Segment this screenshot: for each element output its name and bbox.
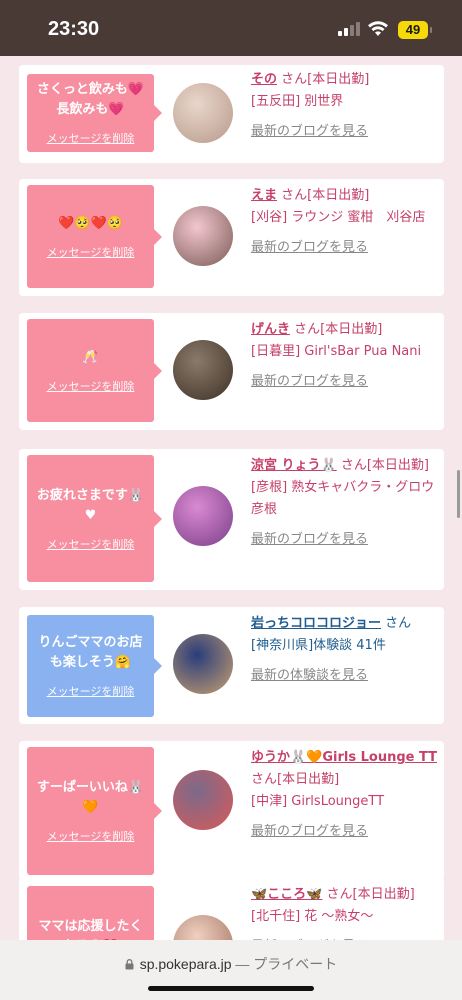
message-text: さくっと飲みも💗長飲みも💗 [36,82,145,117]
message-card: ママは応援したくなる😊❤️メッセージを削除 🦋こころ🦋 さん[本日出勤] [北千住]… [19,878,444,940]
avatar[interactable] [173,915,233,940]
profile-name-link[interactable]: その [251,72,277,87]
profile-info: げんき さん[本日出勤] [日暮里] Girl'sBar Pua Nani 最新のブ… [251,319,441,393]
delete-message-link[interactable]: メッセージを削除 [47,130,135,146]
message-text: ❤️🥺❤️🥺 [58,215,123,231]
shop-info: [北千住] 花 ～熟女～ [251,909,374,924]
battery-indicator: 49 [398,21,428,39]
profile-info: 🦋こころ🦋 さん[本日出勤][北千住] 花 ～熟女～最新のブログを見る [251,884,441,940]
name-suffix: さん [381,616,412,631]
cellular-signal-icon [338,22,360,36]
name-line: 涼宮 りょう🐰 さん[本日出勤] [251,455,441,477]
name-line: えま さん[本日出勤] [251,185,441,207]
name-line: 🦋こころ🦋 さん[本日出勤] [251,884,441,906]
message-bubble: お疲れさまです🐰♥ メッセージを削除 [27,455,162,582]
message-text: 🥂 [82,349,99,365]
delete-message-link[interactable]: メッセージを削除 [47,828,135,844]
latest-post-link[interactable]: 最新のブログを見る [251,821,441,843]
message-card: りんごママのお店も楽しそう🤗 メッセージを削除 岩っちコロコロジョー さん [神奈川県… [19,607,444,724]
message-bubble: ママは応援したくなる😊❤️メッセージを削除 [27,886,154,940]
profile-name-link[interactable]: ゆうか🐰🧡Girls Lounge TT [251,750,437,765]
message-text: お疲れさまです🐰♥ [36,487,145,523]
avatar[interactable] [173,340,233,400]
url-text[interactable]: sp.pokepara.jp — プライベート [0,954,462,974]
status-bar: 23:30 49 [0,0,462,56]
latest-post-link[interactable]: 最新のブログを見る [251,237,441,259]
message-bubble: さくっと飲みも💗長飲みも💗 メッセージを削除 [27,74,162,152]
profile-info: えま さん[本日出勤] [刈谷] ラウンジ 蜜柑 刈谷店最新のブログを見る [251,185,441,259]
avatar[interactable] [173,83,233,143]
message-bubble: 🥂 メッセージを削除 [27,319,162,422]
avatar[interactable] [173,634,233,694]
wifi-icon [368,21,388,36]
message-card: 🥂 メッセージを削除 げんき さん[本日出勤] [日暮里] Girl'sBar Pua… [19,313,444,430]
message-bubble: りんごママのお店も楽しそう🤗 メッセージを削除 [27,615,162,717]
profile-info: 岩っちコロコロジョー さん [神奈川県]体験談 41件最新の体験談を見る [251,613,441,687]
profile-name-link[interactable]: げんき [251,322,290,337]
latest-post-link[interactable]: 最新のブログを見る [251,371,441,393]
message-text: すーぱーいいね🐰🧡 [36,780,145,815]
name-suffix: さん[本日出勤] [336,458,429,473]
message-card: お疲れさまです🐰♥ メッセージを削除 涼宮 りょう🐰 さん[本日出勤] [彦根] 熟女… [19,449,444,590]
message-text: ママは応援したくなる😊❤️ [38,919,143,940]
status-time: 23:30 [48,18,100,40]
lock-icon [125,959,134,970]
name-line: その さん[本日出勤] [251,69,441,91]
name-suffix: さん[本日出勤] [322,887,415,902]
shop-info: [刈谷] ラウンジ 蜜柑 刈谷店 [251,210,426,225]
name-suffix: さん[本日出勤] [251,772,340,787]
latest-post-link[interactable]: 最新のブログを見る [251,121,441,143]
message-card: ❤️🥺❤️🥺 メッセージを削除 えま さん[本日出勤] [刈谷] ラウンジ 蜜柑 刈谷… [19,179,444,296]
scrollbar-thumb[interactable] [457,470,460,518]
shop-info: [彦根] 熟女キャバクラ・グロウ彦根 [251,480,435,517]
delete-message-link[interactable]: メッセージを削除 [47,244,135,260]
name-line: げんき さん[本日出勤] [251,319,441,341]
profile-info: ゆうか🐰🧡Girls Lounge TT さん[本日出勤] [中津] GirlsL… [251,747,441,843]
name-line: 岩っちコロコロジョー さん [251,613,441,635]
delete-message-link[interactable]: メッセージを削除 [47,378,135,394]
avatar[interactable] [173,770,233,830]
message-bubble: すーぱーいいね🐰🧡 メッセージを削除 [27,747,162,875]
shop-info: [神奈川県]体験談 41件 [251,638,386,653]
profile-name-link[interactable]: 涼宮 りょう🐰 [251,458,337,473]
profile-name-link[interactable]: 岩っちコロコロジョー [251,616,381,631]
message-feed[interactable]: さくっと飲みも💗長飲みも💗 メッセージを削除 その さん[本日出勤] [五反田] 別世… [0,56,462,940]
name-suffix: さん[本日出勤] [290,322,383,337]
profile-name-link[interactable]: えま [251,188,277,203]
url-domain: sp.pokepara.jp [139,956,232,972]
profile-info: 涼宮 りょう🐰 さん[本日出勤] [彦根] 熟女キャバクラ・グロウ彦根最新のブログ… [251,455,441,551]
message-bubble: ❤️🥺❤️🥺 メッセージを削除 [27,185,162,288]
home-indicator[interactable] [148,986,314,991]
delete-message-link[interactable]: メッセージを削除 [47,536,135,552]
profile-name-link[interactable]: 🦋こころ🦋 [251,887,322,902]
shop-info: [中津] GirlsLoungeTT [251,794,385,809]
profile-info: その さん[本日出勤] [五反田] 別世界最新のブログを見る [251,69,441,143]
name-suffix: さん[本日出勤] [277,72,370,87]
avatar[interactable] [173,206,233,266]
avatar[interactable] [173,486,233,546]
latest-post-link[interactable]: 最新の体験談を見る [251,665,441,687]
url-private-label: — プライベート [231,956,338,972]
delete-message-link[interactable]: メッセージを削除 [47,683,135,699]
name-line: ゆうか🐰🧡Girls Lounge TT さん[本日出勤] [251,747,441,791]
name-suffix: さん[本日出勤] [277,188,370,203]
browser-url-bar[interactable]: sp.pokepara.jp — プライベート [0,940,462,1000]
message-card: すーぱーいいね🐰🧡 メッセージを削除 ゆうか🐰🧡Girls Lounge TT さん… [19,741,444,881]
battery-tip [430,27,432,33]
message-card: さくっと飲みも💗長飲みも💗 メッセージを削除 その さん[本日出勤] [五反田] 別世… [19,65,444,163]
latest-post-link[interactable]: 最新のブログを見る [251,529,441,551]
message-text: りんごママのお店も楽しそう🤗 [38,635,143,670]
shop-info: [日暮里] Girl'sBar Pua Nani [251,344,422,359]
shop-info: [五反田] 別世界 [251,94,344,109]
